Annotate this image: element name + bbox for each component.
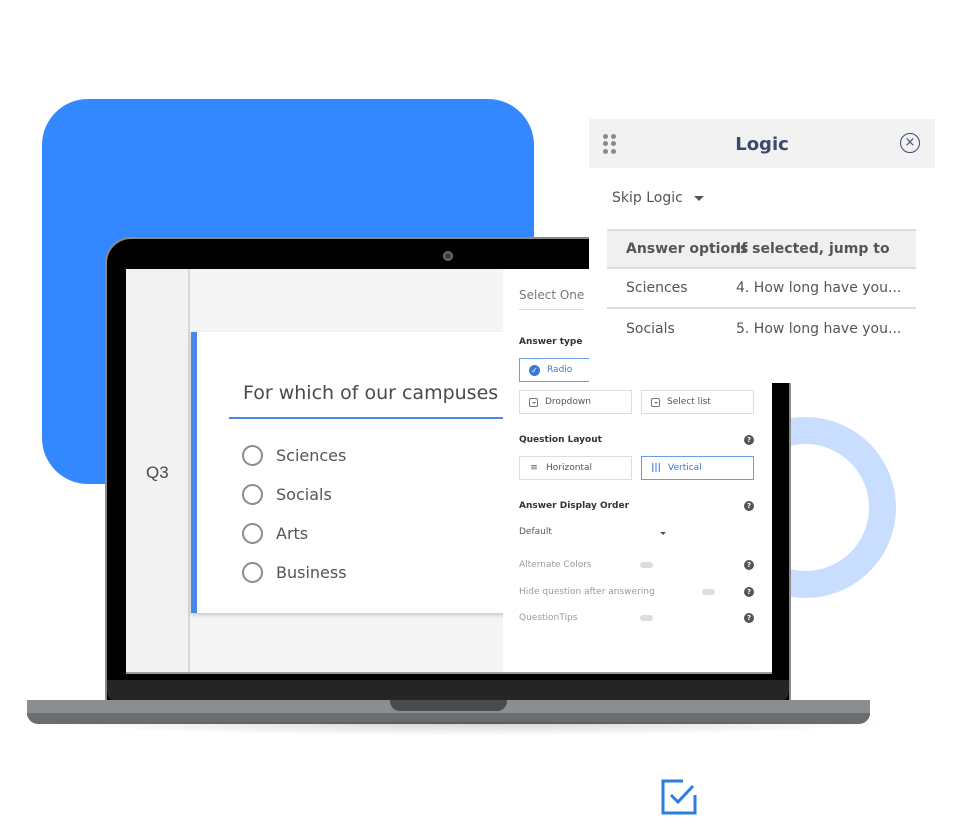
help-icon[interactable]: ? [744, 435, 754, 445]
answer-option[interactable]: Arts [242, 514, 347, 553]
answer-type-radio-label: Radio [547, 365, 573, 375]
question-type-select[interactable]: Select One [519, 288, 584, 302]
column-header: Answer options [626, 241, 749, 257]
dropdown-icon [529, 397, 538, 407]
help-icon[interactable]: ? [744, 613, 754, 623]
answer-type-dropdown[interactable]: Dropdown [519, 390, 632, 414]
columns-icon: ||| [651, 463, 661, 473]
radio-button-icon[interactable] [242, 484, 263, 505]
logic-header: Logic × [589, 119, 935, 168]
hide-question-toggle[interactable] [702, 589, 715, 595]
answer-options-list: Sciences Socials Arts Business [242, 436, 347, 592]
help-icon[interactable]: ? [744, 560, 754, 570]
answer-option-label: Sciences [276, 446, 347, 465]
answer-option-cell: Socials [626, 321, 675, 337]
question-layout-label: Question Layout [519, 435, 602, 445]
check-circle-icon: ✓ [529, 364, 540, 376]
display-order-select[interactable]: Default [519, 527, 552, 537]
table-row[interactable]: Sciences 4. How long have you... [607, 269, 916, 309]
answer-type-select-list[interactable]: Select list [641, 390, 754, 414]
alternate-colors-label: Alternate Colors [519, 560, 592, 570]
answer-option-label: Business [276, 563, 347, 582]
answer-option[interactable]: Business [242, 553, 347, 592]
display-order-label: Answer Display Order [519, 501, 630, 511]
answer-option-label: Socials [276, 485, 332, 504]
question-title-input[interactable]: For which of our campuses are [243, 382, 535, 404]
alternate-colors-toggle[interactable] [640, 562, 653, 568]
radio-button-icon[interactable] [242, 523, 263, 544]
chevron-down-icon [693, 195, 704, 201]
question-sidebar: Q3 [126, 269, 190, 672]
answer-option[interactable]: Sciences [242, 436, 347, 475]
question-title-underline [229, 417, 519, 419]
divider [519, 309, 583, 310]
close-icon[interactable]: × [900, 133, 920, 153]
jump-target-select[interactable]: 5. How long have you... [736, 321, 916, 337]
answer-option-label: Arts [276, 524, 309, 543]
logic-table-header: Answer options If selected, jump to [607, 229, 916, 269]
hide-question-label: Hide question after answering [519, 587, 655, 597]
laptop-shadow [40, 722, 900, 736]
layout-vertical[interactable]: ||| Vertical [641, 456, 754, 480]
question-tips-toggle[interactable] [640, 615, 653, 621]
answer-type-dropdown-label: Dropdown [545, 397, 591, 407]
help-icon[interactable]: ? [744, 501, 754, 511]
dropdown-icon [651, 397, 660, 407]
question-card[interactable]: For which of our campuses are Sciences S… [191, 332, 535, 613]
skip-logic-dropdown[interactable]: Skip Logic [612, 190, 704, 206]
radio-button-icon[interactable] [242, 562, 263, 583]
laptop-notch [390, 700, 507, 711]
question-number: Q3 [146, 463, 169, 482]
checkbox-checked-icon [661, 779, 697, 815]
layout-horizontal-label: Horizontal [546, 463, 592, 473]
logic-panel: Logic × Skip Logic Answer options If sel… [589, 119, 936, 383]
chevron-down-icon[interactable] [660, 532, 666, 535]
answer-type-select-list-label: Select list [667, 397, 711, 407]
help-icon[interactable]: ? [744, 587, 754, 597]
layout-vertical-label: Vertical [668, 463, 702, 473]
column-header: If selected, jump to [736, 241, 890, 257]
answer-type-label: Answer type [519, 337, 583, 347]
logic-table: Answer options If selected, jump to Scie… [607, 229, 916, 349]
camera-icon [443, 251, 453, 261]
answer-option-cell: Sciences [626, 280, 688, 296]
lines-icon: ≡ [530, 463, 538, 473]
question-tips-label: QuestionTips [519, 613, 578, 623]
skip-logic-label: Skip Logic [612, 190, 683, 206]
answer-option[interactable]: Socials [242, 475, 347, 514]
radio-button-icon[interactable] [242, 445, 263, 466]
table-row[interactable]: Socials 5. How long have you... [607, 309, 916, 349]
logic-title: Logic [735, 134, 789, 155]
jump-target-select[interactable]: 4. How long have you... [736, 280, 916, 296]
layout-horizontal[interactable]: ≡ Horizontal [519, 456, 632, 480]
